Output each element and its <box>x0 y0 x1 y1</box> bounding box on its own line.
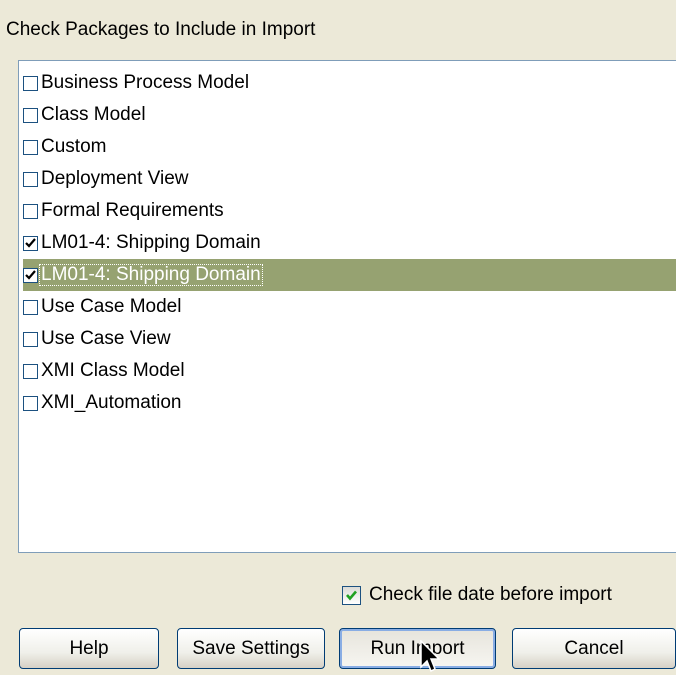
package-label: LM01-4: Shipping Domain <box>41 232 261 253</box>
package-label: Use Case Model <box>41 296 182 317</box>
package-item[interactable]: Use Case View <box>23 323 676 355</box>
package-list[interactable]: Business Process Model Class Model Custo… <box>18 60 676 553</box>
package-item[interactable]: Class Model <box>23 99 676 131</box>
check-file-date-label: Check file date before import <box>369 584 612 605</box>
package-item[interactable]: XMI Class Model <box>23 355 676 387</box>
dialog-title: Check Packages to Include in Import <box>6 19 316 40</box>
check-icon <box>25 269 36 280</box>
package-label: Custom <box>41 136 107 157</box>
package-checkbox[interactable] <box>23 75 38 91</box>
package-checkbox[interactable] <box>23 171 38 187</box>
run-import-button[interactable]: Run Import <box>339 628 496 669</box>
package-label: Class Model <box>41 104 146 125</box>
arrow-cursor-icon <box>420 640 441 673</box>
package-item[interactable]: Formal Requirements <box>23 195 676 227</box>
package-item[interactable]: XMI_Automation <box>23 387 676 419</box>
package-label: Use Case View <box>41 328 171 349</box>
package-item[interactable]: Deployment View <box>23 163 676 195</box>
package-label: Formal Requirements <box>41 200 224 221</box>
package-checkbox[interactable] <box>23 395 38 411</box>
check-file-date-option[interactable]: Check file date before import <box>342 584 612 606</box>
package-item[interactable]: LM01-4: Shipping Domain <box>23 227 676 259</box>
package-checkbox[interactable] <box>23 139 38 155</box>
package-label: Deployment View <box>41 168 189 189</box>
package-item-selected[interactable]: LM01-4: Shipping Domain <box>23 259 676 291</box>
help-button[interactable]: Help <box>19 628 159 669</box>
check-icon <box>346 590 357 600</box>
package-item[interactable]: Custom <box>23 131 676 163</box>
package-item[interactable]: Business Process Model <box>23 67 676 99</box>
package-checkbox[interactable] <box>23 203 38 219</box>
package-item[interactable]: Use Case Model <box>23 291 676 323</box>
package-label: Business Process Model <box>41 72 250 93</box>
package-checkbox[interactable] <box>23 267 38 283</box>
package-label: XMI_Automation <box>41 392 182 413</box>
package-checkbox[interactable] <box>23 363 38 379</box>
package-checkbox[interactable] <box>23 331 38 347</box>
save-settings-button[interactable]: Save Settings <box>177 628 325 669</box>
package-checkbox[interactable] <box>23 299 38 315</box>
check-icon <box>25 237 36 248</box>
package-checkbox[interactable] <box>23 107 38 123</box>
package-checkbox[interactable] <box>23 235 38 251</box>
package-label: LM01-4: Shipping Domain <box>39 264 263 286</box>
cancel-button[interactable]: Cancel <box>512 628 676 669</box>
check-file-date-checkbox[interactable] <box>342 585 361 605</box>
package-label: XMI Class Model <box>41 360 185 381</box>
